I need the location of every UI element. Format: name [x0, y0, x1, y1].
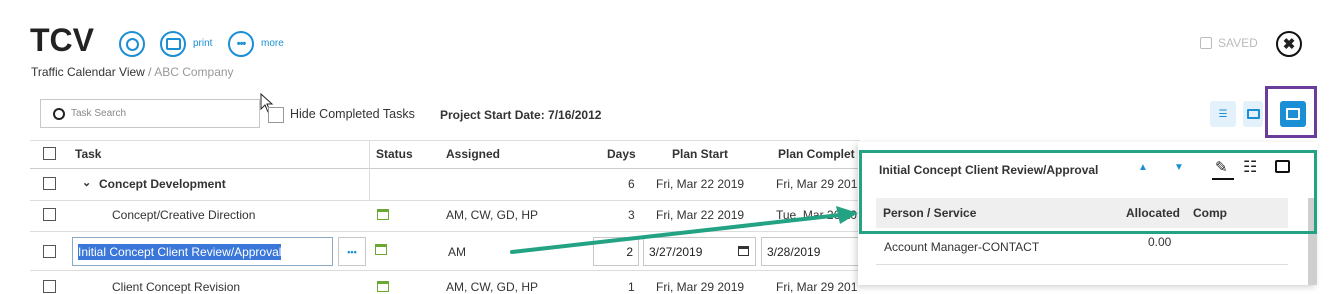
annotation-arrow [510, 206, 858, 254]
